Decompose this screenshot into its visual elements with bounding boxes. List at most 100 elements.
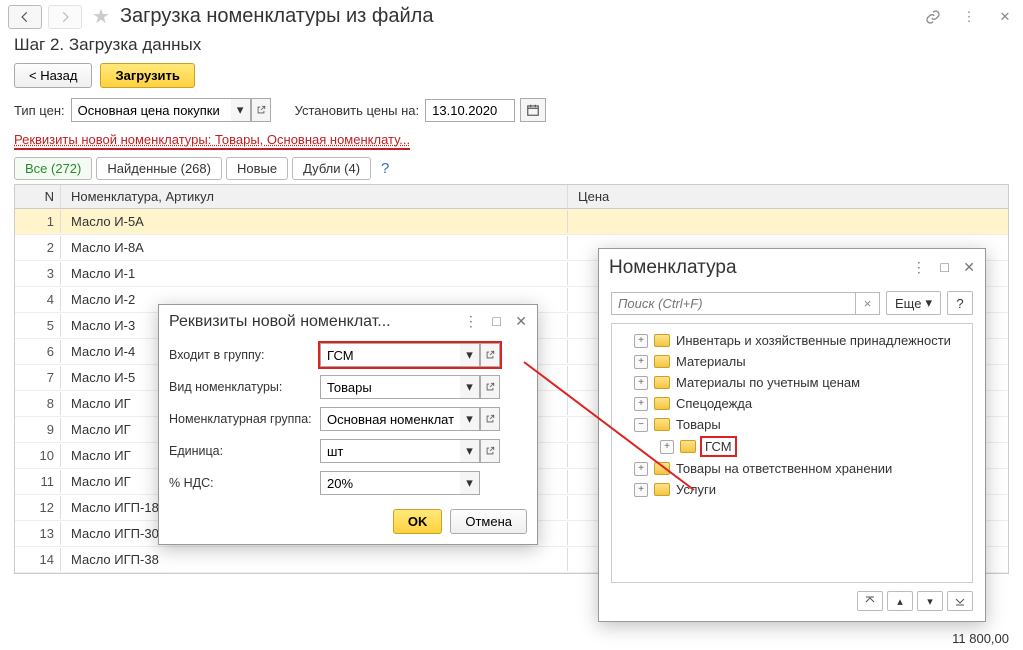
dlg1-maximize-icon[interactable]: □: [492, 313, 500, 329]
tree-item-label[interactable]: Товары: [676, 417, 721, 432]
dropdown-icon[interactable]: ▾: [460, 407, 480, 431]
open-icon[interactable]: [480, 375, 500, 399]
dropdown-icon[interactable]: ▾: [231, 98, 251, 122]
cancel-button[interactable]: Отмена: [450, 509, 527, 534]
tree-item[interactable]: + ГСМ: [616, 435, 968, 458]
expand-icon[interactable]: +: [634, 462, 648, 476]
tab[interactable]: Новые: [226, 157, 288, 180]
requisites-dialog: Реквизиты новой номенклат... ⋮ □ ✕ Входи…: [158, 304, 538, 545]
expand-icon[interactable]: +: [634, 334, 648, 348]
scroll-bottom-icon[interactable]: [947, 591, 973, 611]
ngroup-combo[interactable]: ▾: [320, 407, 500, 431]
row-number: 4: [15, 288, 61, 311]
dlg2-title: Номенклатура: [609, 257, 737, 279]
kind-combo[interactable]: ▾: [320, 375, 500, 399]
nav-back-button[interactable]: [8, 5, 42, 29]
footer-price: 11 800,00: [952, 631, 1009, 646]
tree-item-label[interactable]: ГСМ: [702, 438, 735, 455]
tab[interactable]: Найденные (268): [96, 157, 222, 180]
ok-button[interactable]: OK: [393, 509, 443, 534]
help-icon[interactable]: ?: [381, 160, 389, 177]
tree-item[interactable]: + Материалы: [616, 351, 968, 372]
date-input[interactable]: [425, 99, 515, 122]
kind-input[interactable]: [320, 375, 460, 399]
unit-label: Единица:: [169, 444, 314, 458]
expand-icon[interactable]: +: [634, 376, 648, 390]
unit-input[interactable]: [320, 439, 460, 463]
link-icon[interactable]: [923, 7, 943, 27]
row-number: 1: [15, 210, 61, 233]
ngroup-input[interactable]: [320, 407, 460, 431]
dlg1-kebab-icon[interactable]: ⋮: [464, 313, 478, 329]
requisites-link[interactable]: Реквизиты новой номенклатуры: Товары, Ос…: [14, 132, 410, 150]
tree-item[interactable]: + Товары на ответственном хранении: [616, 458, 968, 479]
chevron-down-icon: ▾: [925, 295, 932, 311]
expand-icon[interactable]: +: [634, 397, 648, 411]
tab[interactable]: Все (272): [14, 157, 92, 180]
price-type-input[interactable]: [71, 98, 231, 122]
row-number: 7: [15, 366, 61, 389]
dropdown-icon[interactable]: ▾: [460, 439, 480, 463]
tree-item[interactable]: + Инвентарь и хозяйственные принадлежност…: [616, 330, 968, 351]
open-icon[interactable]: [480, 439, 500, 463]
dlg1-close-icon[interactable]: ✕: [515, 313, 527, 329]
help-button[interactable]: ?: [947, 291, 973, 315]
open-icon[interactable]: [251, 98, 271, 122]
back-button[interactable]: < Назад: [14, 63, 92, 88]
tree-item[interactable]: − Товары: [616, 414, 968, 435]
dlg2-close-icon[interactable]: ✕: [963, 259, 975, 275]
col-n-header[interactable]: N: [15, 185, 61, 208]
tree-item-label[interactable]: Товары на ответственном хранении: [676, 461, 892, 476]
dropdown-icon[interactable]: ▾: [460, 343, 480, 367]
vat-input[interactable]: [320, 471, 460, 495]
scroll-down-icon[interactable]: ▾: [917, 591, 943, 611]
more-button[interactable]: Еще ▾: [886, 291, 941, 315]
tree-item-label[interactable]: Спецодежда: [676, 396, 752, 411]
tree-item-label[interactable]: Инвентарь и хозяйственные принадлежности: [676, 333, 951, 348]
dropdown-icon[interactable]: ▾: [460, 375, 480, 399]
clear-search-icon[interactable]: ×: [856, 292, 880, 315]
load-button[interactable]: Загрузить: [100, 63, 194, 88]
dlg2-kebab-icon[interactable]: ⋮: [912, 259, 926, 275]
col-price-header[interactable]: Цена: [568, 185, 1008, 208]
unit-combo[interactable]: ▾: [320, 439, 500, 463]
search-input[interactable]: [611, 292, 856, 315]
vat-label: % НДС:: [169, 476, 314, 490]
col-name-header[interactable]: Номенклатура, Артикул: [61, 185, 568, 208]
nav-forward-button[interactable]: [48, 5, 82, 29]
group-input[interactable]: [320, 343, 460, 367]
tree-item-label[interactable]: Материалы: [676, 354, 746, 369]
tree-item[interactable]: + Услуги: [616, 479, 968, 500]
row-name: Масло И-1: [61, 262, 568, 285]
expand-icon[interactable]: −: [634, 418, 648, 432]
row-price: [568, 218, 1008, 226]
tree-item-label[interactable]: Услуги: [676, 482, 716, 497]
set-prices-label: Установить цены на:: [295, 103, 420, 118]
expand-icon[interactable]: +: [634, 355, 648, 369]
tree-item[interactable]: + Спецодежда: [616, 393, 968, 414]
group-combo[interactable]: ▾: [320, 343, 500, 367]
scroll-up-icon[interactable]: ▴: [887, 591, 913, 611]
kebab-icon[interactable]: ⋮: [959, 7, 979, 27]
row-number: 9: [15, 418, 61, 441]
tab[interactable]: Дубли (4): [292, 157, 371, 180]
vat-combo[interactable]: ▾: [320, 471, 480, 495]
step-title: Шаг 2. Загрузка данных: [0, 33, 1023, 63]
row-number: 13: [15, 522, 61, 545]
price-type-combo[interactable]: ▾: [71, 98, 271, 122]
tree-item[interactable]: + Материалы по учетным ценам: [616, 372, 968, 393]
scroll-top-icon[interactable]: [857, 591, 883, 611]
tree-item-label[interactable]: Материалы по учетным ценам: [676, 375, 860, 390]
calendar-icon[interactable]: [520, 98, 546, 122]
close-icon[interactable]: ✕: [995, 7, 1015, 27]
nomenclature-tree[interactable]: + Инвентарь и хозяйственные принадлежност…: [611, 323, 973, 583]
ngroup-label: Номенклатурная группа:: [169, 412, 314, 426]
dropdown-icon[interactable]: ▾: [460, 471, 480, 495]
dlg2-maximize-icon[interactable]: □: [940, 259, 948, 275]
expand-icon[interactable]: +: [660, 440, 674, 454]
star-icon[interactable]: ★: [92, 4, 110, 29]
table-row[interactable]: 1Масло И-5А: [15, 209, 1008, 235]
expand-icon[interactable]: +: [634, 483, 648, 497]
open-icon[interactable]: [480, 407, 500, 431]
open-icon[interactable]: [480, 343, 500, 367]
